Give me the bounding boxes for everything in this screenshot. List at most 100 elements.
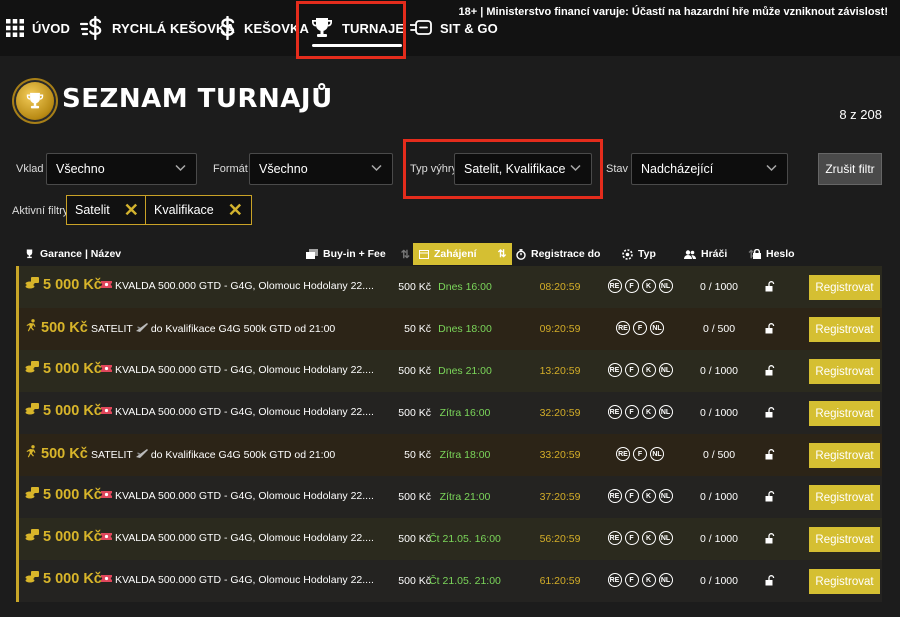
tournament-name[interactable]: KVALDA 500.000 GTD - G4G, Olomouc Hodola…	[101, 280, 374, 292]
type-badge-nl: NL	[658, 363, 673, 377]
filter-select-stav[interactable]: Nadcházející	[631, 153, 788, 185]
clear-filter-button[interactable]: Zrušit filtr	[818, 153, 882, 185]
filter-select-vklad[interactable]: Všechno	[46, 153, 197, 185]
tournament-table: 5 000 Kč KVALDA 500.000 GTD - G4G, Olomo…	[16, 266, 882, 602]
guarantee-value: 500 Kč	[41, 445, 88, 462]
table-row[interactable]: 5 000 Kč KVALDA 500.000 GTD - G4G, Olomo…	[16, 476, 882, 518]
players-count: 0 / 1000	[700, 281, 738, 293]
type-badge-nl: NL	[658, 405, 673, 419]
column-header-registration[interactable]: Registrace do	[516, 244, 600, 264]
register-button[interactable]: Registrovat	[809, 527, 880, 552]
sort-active-icon[interactable]: ⇅	[498, 248, 507, 260]
nav-label: RYCHLÁ KEŠOVKA	[112, 20, 235, 36]
guarantee: 500 Kč	[25, 319, 88, 336]
type-badge-f: F	[624, 573, 639, 587]
sort-icon[interactable]: ⇅	[401, 248, 410, 261]
column-header-password[interactable]: Heslo	[753, 244, 795, 264]
column-label: Buy-in + Fee	[323, 248, 386, 260]
type-badge-re: RE	[607, 279, 622, 293]
tournament-name-text: SATELIT	[91, 448, 133, 461]
start-value: Dnes 16:00	[438, 281, 492, 293]
register-button[interactable]: Registrovat	[809, 275, 880, 300]
players-count: 0 / 1000	[700, 533, 738, 545]
table-row[interactable]: 5 000 Kč KVALDA 500.000 GTD - G4G, Olomo…	[16, 392, 882, 434]
stopwatch-icon	[516, 248, 526, 260]
nav-item-kesovka[interactable]: KEŠOVKA	[218, 0, 309, 56]
chevron-down-icon	[175, 164, 186, 172]
tournament-name-text: KVALDA 500.000 GTD - G4G, Olomouc Hodola…	[115, 532, 374, 544]
tournament-name[interactable]: KVALDA 500.000 GTD - G4G, Olomouc Hodola…	[101, 532, 374, 544]
nav-item-rychla-kesovka[interactable]: RYCHLÁ KEŠOVKA	[80, 0, 235, 56]
ticket-icon	[101, 364, 112, 376]
guarantee-value: 5 000 Kč	[43, 529, 102, 545]
column-header-type[interactable]: Typ	[622, 244, 656, 264]
column-header-start[interactable]: Zahájení ⇅	[413, 243, 513, 265]
tournament-name[interactable]: SATELIT do Kvalifikace G4G 500k GTD od 2…	[91, 448, 335, 461]
players-count: 0 / 500	[702, 323, 736, 335]
ticket-icon	[101, 490, 112, 502]
money-icon	[25, 571, 39, 587]
table-row[interactable]: 500 Kč SATELIT do Kvalifikace G4G 500k G…	[16, 308, 882, 350]
money-icon	[25, 487, 39, 503]
column-header-name[interactable]: Garance | Název	[24, 244, 121, 264]
table-row[interactable]: 5 000 Kč KVALDA 500.000 GTD - G4G, Olomo…	[16, 350, 882, 392]
table-row[interactable]: 5 000 Kč KVALDA 500.000 GTD - G4G, Olomo…	[16, 560, 882, 602]
remove-chip-icon[interactable]: ✕	[228, 201, 243, 219]
type-badge-k: K	[641, 489, 656, 503]
plane-icon	[135, 448, 148, 461]
filter-chip-satelit[interactable]: Satelit ✕	[66, 195, 148, 225]
table-row[interactable]: 5 000 Kč KVALDA 500.000 GTD - G4G, Olomo…	[16, 266, 882, 308]
tournament-name[interactable]: KVALDA 500.000 GTD - G4G, Olomouc Hodola…	[101, 406, 374, 418]
tournament-name-text: do Kvalifikace G4G 500k GTD od 21:00	[150, 448, 336, 461]
users-icon	[684, 249, 696, 259]
nav-item-turnaje[interactable]: TURNAJE	[304, 0, 410, 56]
filter-select-format[interactable]: Všechno	[249, 153, 393, 185]
unlock-icon	[765, 447, 775, 465]
column-label: Typ	[638, 248, 656, 260]
register-button[interactable]: Registrovat	[809, 569, 880, 594]
column-header-buyin[interactable]: Buy-in + Fee ⇅	[306, 244, 410, 264]
chip-label: Satelit	[75, 203, 110, 217]
registration-countdown: 08:20:59	[539, 281, 581, 293]
tournament-name[interactable]: KVALDA 500.000 GTD - G4G, Olomouc Hodola…	[101, 490, 374, 502]
type-badge-f: F	[624, 279, 639, 293]
register-button[interactable]: Registrovat	[809, 401, 880, 426]
type-badge-f: F	[633, 321, 647, 335]
type-badge-f: F	[624, 405, 639, 419]
start-value: Dnes 21:00	[438, 365, 492, 377]
type-badge-f: F	[624, 363, 639, 377]
players-count: 0 / 1000	[700, 575, 738, 587]
table-row[interactable]: 500 Kč SATELIT do Kvalifikace G4G 500k G…	[16, 434, 882, 476]
guarantee-value: 5 000 Kč	[43, 277, 102, 293]
register-button[interactable]: Registrovat	[809, 443, 880, 468]
table-row[interactable]: 5 000 Kč KVALDA 500.000 GTD - G4G, Olomo…	[16, 518, 882, 560]
guarantee-value: 5 000 Kč	[43, 487, 102, 503]
filter-label-typ: Typ výhry	[410, 163, 458, 175]
tournament-name[interactable]: SATELIT do Kvalifikace G4G 500k GTD od 2…	[91, 322, 335, 335]
type-badge-re: RE	[616, 321, 630, 335]
type-badge-re: RE	[607, 363, 622, 377]
type-badge-k: K	[641, 279, 656, 293]
registration-countdown: 56:20:59	[539, 533, 581, 545]
guarantee: 500 Kč	[25, 445, 88, 462]
type-badges: RE F K NL	[604, 531, 676, 545]
tournament-name-text: SATELIT	[91, 322, 133, 335]
register-button[interactable]: Registrovat	[809, 317, 880, 342]
tournament-name-text: KVALDA 500.000 GTD - G4G, Olomouc Hodola…	[115, 490, 374, 502]
money-icon	[306, 248, 318, 259]
filter-chip-kvalifikace[interactable]: Kvalifikace ✕	[145, 195, 252, 225]
register-button[interactable]: Registrovat	[809, 485, 880, 510]
guarantee-value: 5 000 Kč	[43, 403, 102, 419]
remove-chip-icon[interactable]: ✕	[124, 201, 139, 219]
tournament-name[interactable]: KVALDA 500.000 GTD - G4G, Olomouc Hodola…	[101, 574, 374, 586]
filter-select-typ-vyhry[interactable]: Satelit, Kvalifikace	[454, 153, 592, 185]
filter-value: Všechno	[56, 162, 105, 176]
unlock-icon	[765, 279, 775, 297]
type-badge-nl: NL	[658, 489, 673, 503]
register-button[interactable]: Registrovat	[809, 359, 880, 384]
column-header-players[interactable]: Hráči ⇅	[684, 244, 757, 264]
active-filters-label: Aktivní filtry	[12, 205, 69, 217]
nav-item-uvod[interactable]: ÚVOD	[6, 0, 70, 56]
ticket-icon	[101, 574, 112, 586]
tournament-name[interactable]: KVALDA 500.000 GTD - G4G, Olomouc Hodola…	[101, 364, 374, 376]
